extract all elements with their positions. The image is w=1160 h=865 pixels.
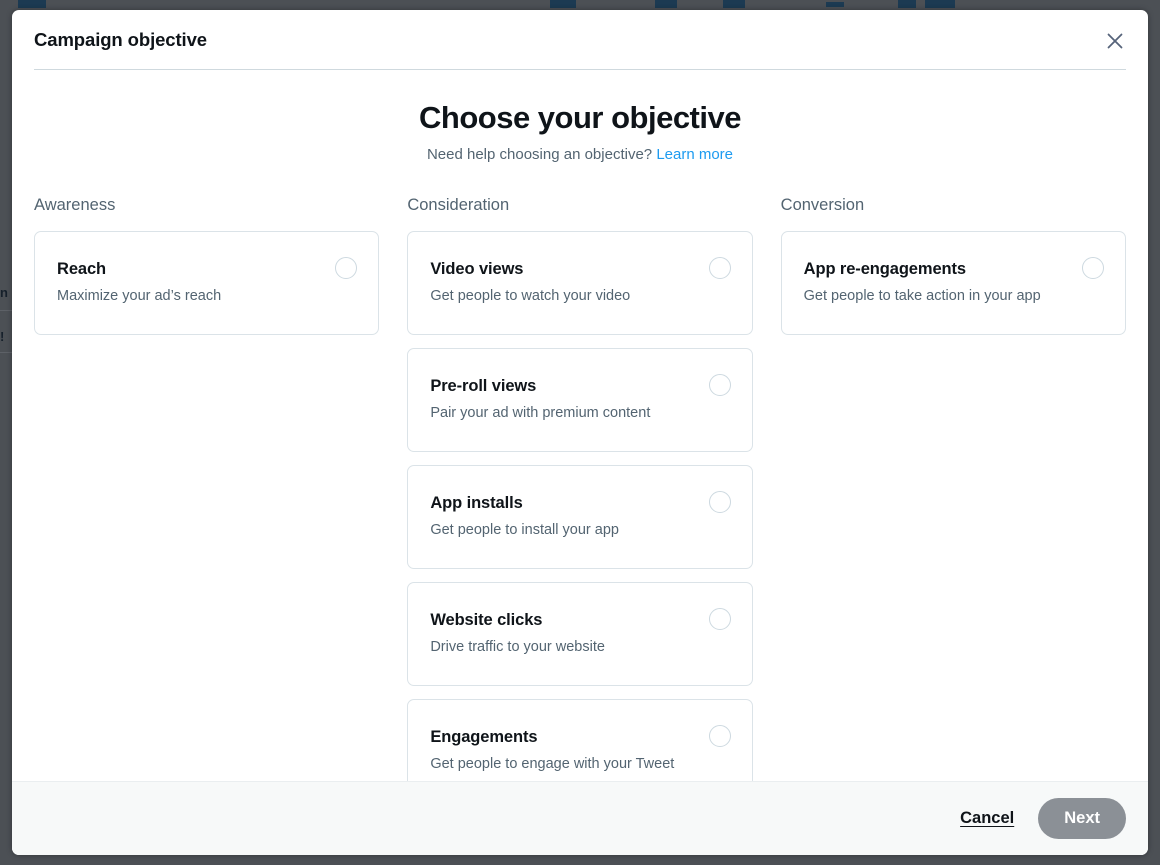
- objective-card[interactable]: Pre-roll views Pair your ad with premium …: [407, 348, 752, 452]
- modal-footer: Cancel Next: [12, 781, 1148, 855]
- campaign-objective-modal: Campaign objective Choose your objective…: [12, 10, 1148, 855]
- objective-column: Conversion App re-engagements Get people t…: [781, 195, 1126, 781]
- next-button[interactable]: Next: [1038, 798, 1126, 839]
- close-icon-glyph: [1107, 33, 1123, 49]
- subtitle-text: Need help choosing an objective?: [427, 146, 652, 163]
- objective-card-name: App installs: [430, 493, 729, 514]
- objective-card-description: Get people to engage with your Tweet: [430, 755, 729, 774]
- objective-card[interactable]: Website clicks Drive traffic to your webs…: [407, 582, 752, 686]
- modal-header: Campaign objective: [12, 10, 1148, 70]
- objective-card-name: Website clicks: [430, 610, 729, 631]
- objective-radio-button[interactable]: [709, 725, 731, 747]
- objective-card-description: Get people to watch your video: [430, 287, 729, 306]
- background-block: [18, 0, 46, 8]
- objective-card-name: Engagements: [430, 727, 729, 748]
- page-title: Choose your objective: [12, 100, 1148, 136]
- objective-columns: Awareness Reach Maximize your ad’s reach Co…: [12, 165, 1148, 781]
- objective-column: Consideration Video views Get people to wa…: [407, 195, 752, 781]
- objective-card-description: Get people to install your app: [430, 521, 729, 540]
- cancel-button[interactable]: Cancel: [956, 803, 1018, 834]
- modal-title: Campaign objective: [34, 29, 207, 51]
- objective-card[interactable]: App re-engagements Get people to take act…: [781, 231, 1126, 335]
- subtitle: Need help choosing an objective? Learn m…: [12, 145, 1148, 165]
- background-block: [723, 0, 745, 8]
- objective-radio-button[interactable]: [709, 374, 731, 396]
- objective-card[interactable]: Video views Get people to watch your vide…: [407, 231, 752, 335]
- modal-body: Choose your objective Need help choosing…: [12, 70, 1148, 781]
- objective-card[interactable]: App installs Get people to install your a…: [407, 465, 752, 569]
- objective-card-description: Drive traffic to your website: [430, 638, 729, 657]
- objective-radio-button[interactable]: [709, 608, 731, 630]
- background-block: [826, 2, 844, 7]
- objective-radio-button[interactable]: [709, 491, 731, 513]
- column-title: Conversion: [781, 195, 1126, 215]
- headline-section: Choose your objective Need help choosing…: [12, 70, 1148, 165]
- objective-card-description: Get people to take action in your app: [804, 287, 1103, 306]
- objective-radio-button[interactable]: [709, 257, 731, 279]
- objective-card-description: Maximize your ad’s reach: [57, 287, 356, 306]
- background-topbar: [0, 0, 1160, 10]
- objective-column: Awareness Reach Maximize your ad’s reach: [34, 195, 379, 781]
- background-block: [898, 0, 916, 8]
- objective-card[interactable]: Reach Maximize your ad’s reach: [34, 231, 379, 335]
- background-block: [925, 0, 955, 8]
- objective-card[interactable]: Engagements Get people to engage with you…: [407, 699, 752, 781]
- objective-card-name: Reach: [57, 259, 356, 280]
- objective-card-name: App re-engagements: [804, 259, 1103, 280]
- learn-more-link[interactable]: Learn more: [656, 146, 733, 163]
- column-title: Awareness: [34, 195, 379, 215]
- column-title: Consideration: [407, 195, 752, 215]
- objective-card-name: Video views: [430, 259, 729, 280]
- objective-card-description: Pair your ad with premium content: [430, 404, 729, 423]
- background-block: [550, 0, 576, 8]
- background-block: [655, 0, 677, 8]
- objective-radio-button[interactable]: [1082, 257, 1104, 279]
- close-icon[interactable]: [1100, 26, 1130, 56]
- objective-card-name: Pre-roll views: [430, 376, 729, 397]
